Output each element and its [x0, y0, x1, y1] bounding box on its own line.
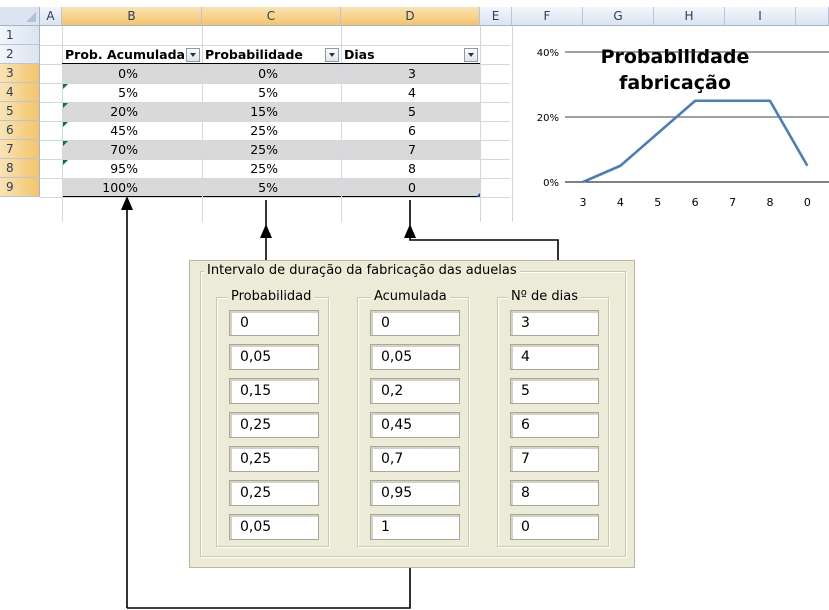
- x-tick-label: 0: [804, 196, 811, 209]
- row-header-2[interactable]: 2: [0, 45, 40, 64]
- cell-dias[interactable]: 8: [341, 159, 416, 178]
- cell-dias[interactable]: 5: [341, 102, 416, 121]
- column-header-a[interactable]: A: [40, 7, 62, 26]
- cell-dias[interactable]: 6: [341, 121, 416, 140]
- row-header-5[interactable]: 5: [0, 102, 40, 121]
- y-tick-label: 20%: [537, 113, 559, 124]
- y-tick-label: 40%: [537, 48, 559, 59]
- dias-textbox[interactable]: 0: [510, 514, 599, 540]
- cell-probabilidade[interactable]: 15%: [202, 102, 278, 121]
- row-header-3[interactable]: 3: [0, 64, 40, 83]
- x-tick-label: 8: [766, 196, 773, 209]
- x-tick-label: 4: [617, 196, 624, 209]
- cell-dias[interactable]: 4: [341, 83, 416, 102]
- cell-acumulada[interactable]: 45%: [62, 121, 138, 140]
- dias-textbox[interactable]: 3: [510, 310, 599, 336]
- probabilidad-textbox[interactable]: 0,25: [229, 412, 319, 438]
- userform-panel: Intervalo de duração da fabricação das a…: [189, 260, 635, 568]
- probabilidad-textbox[interactable]: 0: [229, 310, 319, 336]
- dias-textbox[interactable]: 6: [510, 412, 599, 438]
- acumulada-textbox[interactable]: 1: [370, 514, 460, 540]
- cell-acumulada[interactable]: 0%: [62, 64, 138, 83]
- probabilidad-textbox[interactable]: 0,15: [229, 378, 319, 404]
- dias-textbox[interactable]: 8: [510, 480, 599, 506]
- series-line: [582, 99, 809, 184]
- header-label: Prob. Acumulada: [65, 47, 185, 62]
- dias-textbox[interactable]: 7: [510, 446, 599, 472]
- row-header-1[interactable]: 1: [0, 26, 40, 45]
- table-header-prob-acumulada[interactable]: Prob. Acumulada: [62, 45, 202, 64]
- acumulada-textbox[interactable]: 0,95: [370, 480, 460, 506]
- acumulada-textbox[interactable]: 0,05: [370, 344, 460, 370]
- acumulada-textbox[interactable]: 0,2: [370, 378, 460, 404]
- chart-title: Probabilidade fabricação: [600, 44, 750, 96]
- x-tick-label: 6: [692, 196, 699, 209]
- column-header-e[interactable]: E: [480, 7, 512, 26]
- cell-probabilidade[interactable]: 5%: [202, 178, 278, 197]
- dias-label: Nº de dias: [508, 289, 581, 305]
- cell-acumulada[interactable]: 5%: [62, 83, 138, 102]
- column-header-f[interactable]: F: [512, 7, 583, 26]
- table-resize-handle[interactable]: [476, 193, 480, 197]
- x-tick-label: 7: [729, 196, 736, 209]
- cell-probabilidade[interactable]: 25%: [202, 121, 278, 140]
- cell-dias[interactable]: 3: [341, 64, 416, 83]
- probabilidad-textbox[interactable]: 0,25: [229, 446, 319, 472]
- cell-probabilidade[interactable]: 25%: [202, 140, 278, 159]
- header-label: Dias: [344, 47, 375, 62]
- column-header-h[interactable]: H: [654, 7, 725, 26]
- row-header-8[interactable]: 8: [0, 159, 40, 178]
- acumulada-textbox[interactable]: 0,45: [370, 412, 460, 438]
- probabilidad-textbox[interactable]: 0,25: [229, 480, 319, 506]
- table-header-probabilidade[interactable]: Probabilidade: [202, 45, 341, 64]
- cell-acumulada[interactable]: 20%: [62, 102, 138, 121]
- probabilidad-label: Probabilidad: [228, 289, 315, 305]
- arrow-head-icon: [404, 224, 416, 238]
- filter-dropdown-icon[interactable]: [186, 48, 200, 62]
- x-tick-label: 5: [654, 196, 661, 209]
- column-header-i[interactable]: I: [725, 7, 796, 26]
- table-header-dias[interactable]: Dias: [341, 45, 480, 64]
- cell-dias[interactable]: 0: [341, 178, 416, 197]
- column-header-d[interactable]: D: [341, 7, 480, 26]
- cell-dias[interactable]: 7: [341, 140, 416, 159]
- acumulada-textbox[interactable]: 0: [370, 310, 460, 336]
- cell-acumulada[interactable]: 95%: [62, 159, 138, 178]
- probabilidad-textbox[interactable]: 0,05: [229, 344, 319, 370]
- column-header-c[interactable]: C: [202, 7, 341, 26]
- chart-title-line-1: Probabilidade: [600, 46, 750, 68]
- dias-textbox[interactable]: 5: [510, 378, 599, 404]
- cell-probabilidade[interactable]: 0%: [202, 64, 278, 83]
- duration-frame-title: Intervalo de duração da fabricação das a…: [204, 263, 520, 279]
- cell-acumulada[interactable]: 70%: [62, 140, 138, 159]
- cell-probabilidade[interactable]: 25%: [202, 159, 278, 178]
- row-header-7[interactable]: 7: [0, 140, 40, 159]
- header-label: Probabilidade: [205, 47, 303, 62]
- x-tick-label: 3: [580, 196, 587, 209]
- row-header-4[interactable]: 4: [0, 83, 40, 102]
- y-tick-label: 0%: [543, 178, 559, 189]
- dias-textbox[interactable]: 4: [510, 344, 599, 370]
- filter-dropdown-icon[interactable]: [464, 48, 478, 62]
- cell-acumulada[interactable]: 100%: [62, 178, 138, 197]
- acumulada-textbox[interactable]: 0,7: [370, 446, 460, 472]
- column-header-g[interactable]: G: [583, 7, 654, 26]
- arrow-head-icon: [260, 224, 272, 238]
- row-header-9[interactable]: 9: [0, 178, 40, 197]
- row-header-6[interactable]: 6: [0, 121, 40, 140]
- column-header-j[interactable]: [796, 7, 829, 26]
- column-header-b[interactable]: B: [62, 7, 202, 26]
- acumulada-label: Acumulada: [371, 289, 450, 305]
- probabilidad-textbox[interactable]: 0,05: [229, 514, 319, 540]
- chart-title-line-2: fabricação: [619, 72, 731, 94]
- arrow-line-bottom: [127, 568, 411, 609]
- select-all-corner[interactable]: [0, 7, 40, 26]
- filter-dropdown-icon[interactable]: [325, 48, 339, 62]
- cell-probabilidade[interactable]: 5%: [202, 83, 278, 102]
